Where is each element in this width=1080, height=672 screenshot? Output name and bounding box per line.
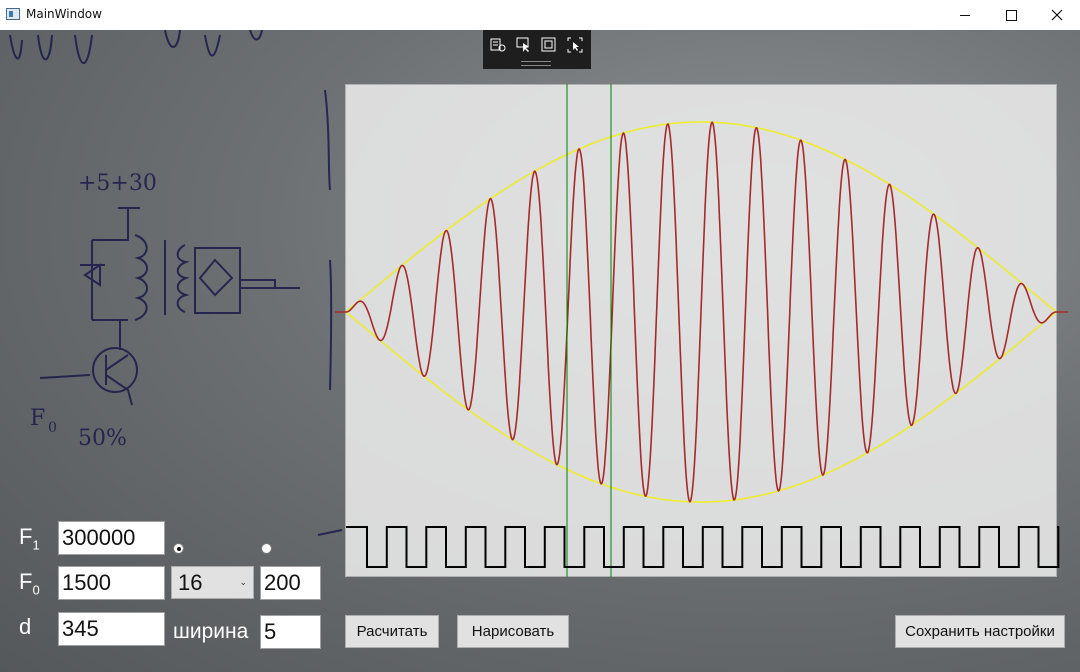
svg-text:0: 0 — [48, 420, 57, 436]
calculate-button[interactable]: Расчитать — [345, 615, 439, 648]
dropdown-value: 16 — [178, 570, 203, 595]
envelope-lower — [345, 311, 1057, 503]
maximize-icon — [1005, 9, 1017, 21]
window-title: MainWindow — [26, 7, 102, 21]
live-tree-icon — [490, 38, 506, 52]
window-content: +5+30 F0 50% F1 300000 F0 1500 d 345 16 … — [0, 30, 1080, 672]
f1-input[interactable]: 300000 — [58, 521, 165, 555]
f0-input[interactable]: 1500 — [58, 566, 165, 600]
radio-option-left[interactable] — [173, 543, 184, 554]
debug-toolbar — [483, 30, 591, 69]
close-icon — [1051, 9, 1063, 21]
right-value-input[interactable]: 200 — [260, 566, 321, 600]
track-focus-button[interactable] — [566, 37, 584, 53]
plot-canvas — [335, 84, 1068, 577]
chevron-down-icon: ⌄ — [239, 577, 247, 587]
toolbar-drag-handle[interactable] — [521, 61, 551, 66]
save-settings-button[interactable]: Сохранить настройки — [895, 615, 1065, 648]
modulated-signal-line — [335, 121, 1068, 503]
signal-plot — [335, 84, 1068, 577]
live-tree-button[interactable] — [489, 37, 507, 53]
title-bar: MainWindow — [0, 0, 1080, 30]
envelope-upper — [345, 121, 1057, 313]
d-input[interactable]: 345 — [58, 612, 165, 646]
close-button[interactable] — [1034, 0, 1080, 30]
adorner-icon — [541, 37, 556, 52]
select-element-button[interactable] — [515, 37, 533, 53]
svg-text:50%: 50% — [78, 426, 127, 451]
maximize-button[interactable] — [988, 0, 1034, 30]
width-input[interactable]: 5 — [260, 615, 321, 649]
square-wave-line — [346, 526, 1060, 568]
minimize-icon — [960, 14, 970, 16]
svg-text:F: F — [30, 406, 45, 431]
layout-adorner-button[interactable] — [540, 37, 558, 53]
track-focus-icon — [567, 37, 583, 53]
minimize-button[interactable] — [942, 0, 988, 30]
select-pointer-icon — [516, 37, 529, 52]
width-label: ширина — [173, 620, 249, 643]
d-label: d — [19, 614, 32, 639]
f0-label: F0 — [19, 569, 40, 598]
draw-button[interactable]: Нарисовать — [457, 615, 569, 648]
svg-text:+5+30: +5+30 — [78, 171, 157, 196]
radio-option-right[interactable] — [261, 543, 272, 554]
divider-dropdown[interactable]: 16 ⌄ — [171, 566, 254, 599]
f1-label: F1 — [19, 524, 40, 553]
app-icon — [6, 8, 20, 20]
